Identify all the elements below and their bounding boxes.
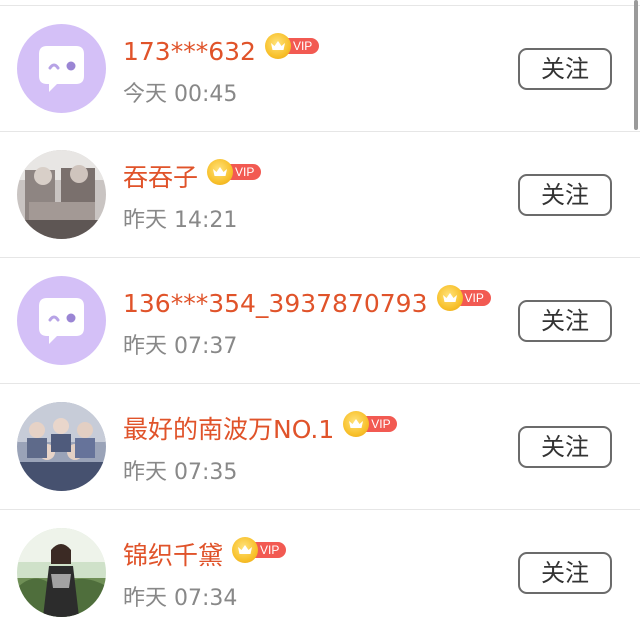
user-photo-icon: [17, 150, 106, 239]
vip-badge: VIP: [264, 32, 321, 59]
follow-button[interactable]: 关注: [518, 48, 612, 90]
avatar[interactable]: [17, 528, 106, 617]
list-item[interactable]: 最好的南波万NO.1 VIP 昨天 07:35 关注: [0, 383, 640, 509]
username[interactable]: 最好的南波万NO.1: [123, 413, 334, 447]
timestamp: 昨天 07:34: [123, 586, 238, 611]
follow-button[interactable]: 关注: [518, 174, 612, 216]
follow-button[interactable]: 关注: [518, 300, 612, 342]
vip-badge: VIP: [436, 284, 493, 311]
avatar[interactable]: [17, 402, 106, 491]
crown-icon: [343, 410, 370, 437]
crown-icon: [436, 284, 463, 311]
timestamp: 昨天 14:21: [123, 208, 238, 233]
vip-badge: VIP: [343, 410, 399, 437]
username[interactable]: 136***354_3937870793: [123, 287, 428, 321]
vip-badge: VIP: [207, 158, 263, 185]
username[interactable]: 吞吞子: [123, 161, 198, 195]
group-photo-icon: [17, 402, 106, 491]
timestamp: 昨天 07:37: [123, 334, 238, 359]
follow-button[interactable]: 关注: [518, 552, 612, 594]
vip-badge: VIP: [232, 536, 288, 563]
list-item[interactable]: 吞吞子 VIP 昨天 14:21 关注: [0, 131, 640, 257]
follow-button[interactable]: 关注: [518, 426, 612, 468]
list-item[interactable]: 136***354_3937870793 VIP 昨天 07:37 关注: [0, 257, 640, 383]
avatar[interactable]: [17, 276, 106, 365]
timestamp: 昨天 07:35: [123, 460, 238, 485]
crown-icon: [207, 158, 234, 185]
crown-icon: [264, 32, 291, 59]
follow-list: 173***632 VIP 今天 00:45 关注 吞吞子 VIP 昨天 14:…: [0, 5, 640, 635]
chat-bubble-avatar-icon: [17, 276, 106, 365]
scrollbar[interactable]: [634, 0, 638, 130]
username[interactable]: 锦织千黛: [123, 539, 223, 573]
list-item[interactable]: 173***632 VIP 今天 00:45 关注: [0, 5, 640, 131]
crown-icon: [232, 536, 259, 563]
user-photo-icon: [17, 528, 106, 617]
chat-bubble-avatar-icon: [17, 24, 106, 113]
avatar[interactable]: [17, 24, 106, 113]
timestamp: 今天 00:45: [123, 82, 238, 107]
avatar[interactable]: [17, 150, 106, 239]
username[interactable]: 173***632: [123, 35, 256, 69]
list-item[interactable]: 锦织千黛 VIP 昨天 07:34 关注: [0, 509, 640, 635]
